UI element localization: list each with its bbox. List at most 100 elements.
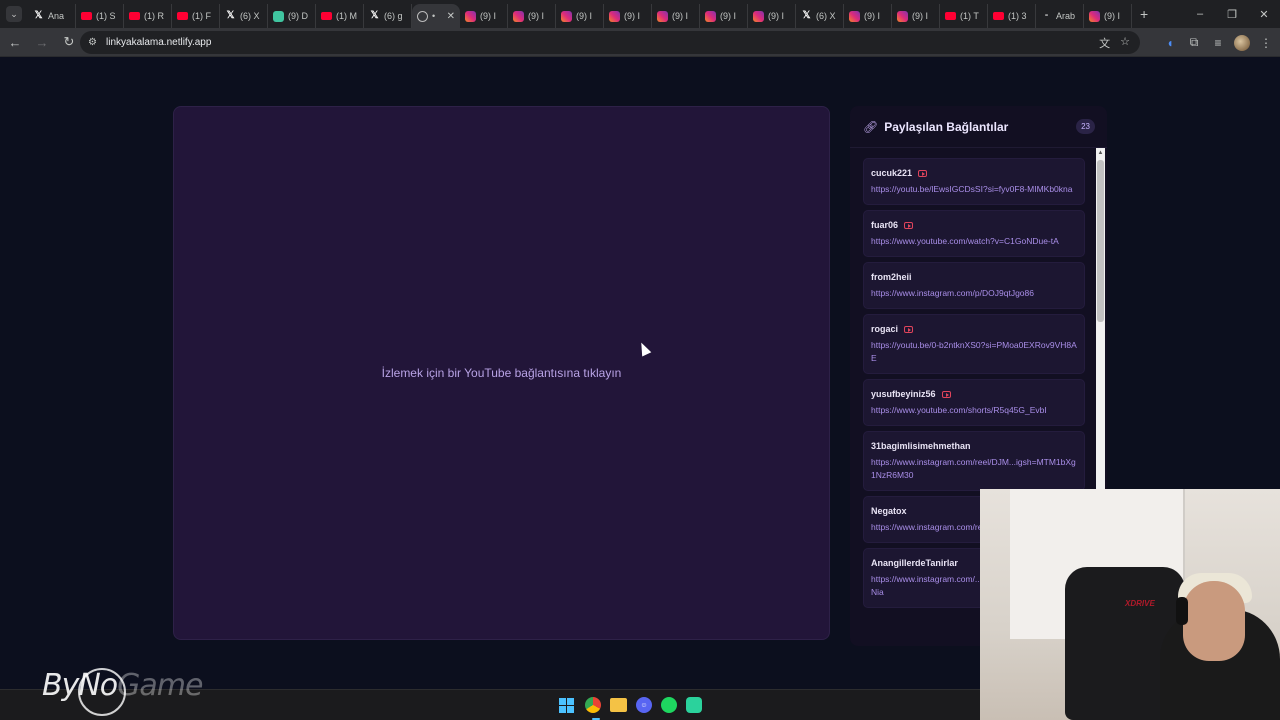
browser-tab[interactable]: (9) I bbox=[508, 4, 556, 28]
extension-icon[interactable]: ◖ bbox=[1162, 36, 1178, 50]
tab-label: (9) I bbox=[912, 11, 929, 21]
browser-tab[interactable]: (1) M bbox=[316, 4, 364, 28]
spotify-icon[interactable] bbox=[661, 697, 677, 713]
browser-tab[interactable]: (1) R bbox=[124, 4, 172, 28]
shared-link-url[interactable]: https://www.youtube.com/shorts/R5q45G_Ev… bbox=[871, 404, 1077, 417]
extensions-puzzle-icon[interactable]: ⧉ bbox=[1186, 35, 1202, 50]
watermark-circle bbox=[78, 668, 126, 716]
browser-tab[interactable]: (9) I bbox=[844, 4, 892, 28]
browser-tab[interactable]: (1) S bbox=[76, 4, 124, 28]
scroll-up-arrow-icon[interactable]: ▲ bbox=[1096, 150, 1105, 158]
browser-tab[interactable]: 𝕏 (6) X bbox=[220, 4, 268, 28]
tab-close-icon[interactable]: ✕ bbox=[447, 11, 455, 22]
instagram-icon bbox=[465, 10, 476, 22]
browser-tab[interactable]: (9) I bbox=[604, 4, 652, 28]
instagram-icon bbox=[1089, 10, 1100, 22]
tab-search-button[interactable]: ⌄ bbox=[6, 6, 22, 22]
shared-link-url[interactable]: https://youtu.be/lEwsIGCDsSI?si=fyv0F8-M… bbox=[871, 183, 1077, 196]
tab-label: (9) I bbox=[672, 11, 689, 21]
shared-link-url[interactable]: https://www.instagram.com/p/DOJ9qtJgo86 bbox=[871, 287, 1077, 300]
browser-tab[interactable]: (1) T bbox=[940, 4, 988, 28]
browser-tab[interactable]: (9) I bbox=[892, 4, 940, 28]
shared-link-item[interactable]: yusufbeyiniz56 https://www.youtube.com/sh… bbox=[863, 379, 1085, 426]
browser-tab[interactable]: • ✕ bbox=[412, 4, 460, 28]
browser-tab[interactable]: (9) I bbox=[1084, 4, 1132, 28]
tab-label: Arab bbox=[1056, 11, 1076, 21]
browser-tab[interactable]: 𝕏 (6) X bbox=[796, 4, 844, 28]
video-player[interactable]: İzlemek için bir YouTube bağlantısına tı… bbox=[173, 106, 830, 640]
username: yusufbeyiniz56 bbox=[871, 389, 936, 399]
globe-icon bbox=[417, 10, 428, 22]
browser-tab[interactable]: (9) I bbox=[652, 4, 700, 28]
browser-tab[interactable]: 𝕏 (6) g bbox=[364, 4, 412, 28]
browser-tab[interactable]: (1) 3 bbox=[988, 4, 1036, 28]
browser-tab[interactable]: 𝕏 Ana bbox=[28, 4, 76, 28]
shared-link-item[interactable]: from2heii https://www.instagram.com/p/DOJ… bbox=[863, 262, 1085, 309]
menu-kebab-icon[interactable]: ⋮ bbox=[1258, 36, 1274, 50]
back-button[interactable]: ← bbox=[3, 30, 27, 54]
browser-tab[interactable]: (9) I bbox=[700, 4, 748, 28]
youtube-badge-icon bbox=[941, 390, 951, 398]
username: 31bagimlisimehmethan bbox=[871, 441, 971, 451]
youtube-badge-icon bbox=[904, 325, 914, 333]
instagram-icon bbox=[513, 10, 524, 22]
app-icon[interactable] bbox=[686, 697, 702, 713]
close-window-button[interactable]: ✕ bbox=[1248, 8, 1280, 21]
reading-list-icon[interactable]: ≡ bbox=[1210, 36, 1226, 50]
bookmark-star-icon[interactable]: ☆ bbox=[1120, 35, 1130, 51]
maximize-button[interactable]: ❐ bbox=[1216, 8, 1248, 21]
translate-icon[interactable]: 文 bbox=[1099, 35, 1110, 51]
shared-link-user: 31bagimlisimehmethan bbox=[871, 441, 1077, 451]
browser-tab[interactable]: (9) I bbox=[460, 4, 508, 28]
new-tab-button[interactable]: + bbox=[1140, 6, 1148, 22]
minimize-button[interactable]: – bbox=[1184, 8, 1216, 20]
site-icon: ⁃ bbox=[1044, 11, 1049, 20]
browser-tab[interactable]: (1) F bbox=[172, 4, 220, 28]
tab-label: (9) I bbox=[624, 11, 641, 21]
chrome-icon[interactable] bbox=[585, 697, 601, 713]
youtube-badge-icon bbox=[904, 221, 914, 229]
profile-avatar[interactable] bbox=[1234, 34, 1250, 51]
shared-link-item[interactable]: 31bagimlisimehmethan https://www.instagra… bbox=[863, 431, 1085, 491]
link-count-badge: 23 bbox=[1076, 119, 1095, 134]
browser-tab[interactable]: (9) I bbox=[556, 4, 604, 28]
address-bar[interactable]: ⚙ linkyakalama.netlify.app 文 ☆ bbox=[80, 31, 1140, 54]
username: from2heii bbox=[871, 272, 912, 282]
tab-list: 𝕏 Ana (1) S (1) R (1) F 𝕏 (6) X (9) D (1) M 𝕏 (6) … bbox=[28, 0, 1132, 28]
reload-button[interactable]: ↻ bbox=[57, 30, 81, 54]
instagram-icon bbox=[849, 10, 860, 22]
shared-link-user: cucuk221 bbox=[871, 168, 1077, 178]
shared-link-user: fuar06 bbox=[871, 220, 1077, 230]
tab-label: (9) I bbox=[528, 11, 545, 21]
shared-link-url[interactable]: https://www.instagram.com/reel/DJM...igs… bbox=[871, 456, 1077, 482]
tab-label: (9) I bbox=[720, 11, 737, 21]
youtube-icon bbox=[81, 12, 92, 20]
x-logo-icon: 𝕏 bbox=[802, 10, 811, 21]
shared-link-url[interactable]: https://www.youtube.com/watch?v=C1GoNDue… bbox=[871, 235, 1077, 248]
forward-button[interactable]: → bbox=[30, 30, 54, 54]
instagram-icon bbox=[657, 10, 668, 22]
browser-tab[interactable]: ⁃ Arab bbox=[1036, 4, 1084, 28]
scroll-thumb[interactable] bbox=[1097, 160, 1104, 322]
shared-link-item[interactable]: fuar06 https://www.youtube.com/watch?v=C1… bbox=[863, 210, 1085, 257]
shared-link-item[interactable]: cucuk221 https://youtu.be/lEwsIGCDsSI?si=… bbox=[863, 158, 1085, 205]
username: cucuk221 bbox=[871, 168, 913, 178]
discord-icon[interactable]: ☺ bbox=[636, 697, 652, 713]
shared-link-item[interactable]: rogaci https://youtu.be/0-b2ntknXS0?si=PM… bbox=[863, 314, 1085, 374]
tab-label: (9) I bbox=[864, 11, 881, 21]
link-icon: 🔗︎ bbox=[863, 119, 879, 134]
youtube-icon bbox=[177, 12, 188, 20]
url-text[interactable]: linkyakalama.netlify.app bbox=[106, 37, 211, 48]
start-menu-icon[interactable] bbox=[556, 695, 576, 715]
instagram-icon bbox=[561, 10, 572, 22]
shared-link-url[interactable]: https://youtu.be/0-b2ntknXS0?si=PMoa0EXR… bbox=[871, 339, 1077, 365]
site-info-icon[interactable]: ⚙ bbox=[88, 37, 102, 48]
tab-label: (9) I bbox=[1104, 11, 1121, 21]
file-explorer-icon[interactable] bbox=[610, 698, 627, 712]
browser-tab[interactable]: (9) I bbox=[748, 4, 796, 28]
tab-label: (6) X bbox=[240, 11, 260, 21]
tab-label: (1) R bbox=[144, 11, 164, 21]
x-logo-icon: 𝕏 bbox=[34, 10, 43, 21]
tab-label: Ana bbox=[48, 11, 65, 21]
browser-tab[interactable]: (9) D bbox=[268, 4, 316, 28]
